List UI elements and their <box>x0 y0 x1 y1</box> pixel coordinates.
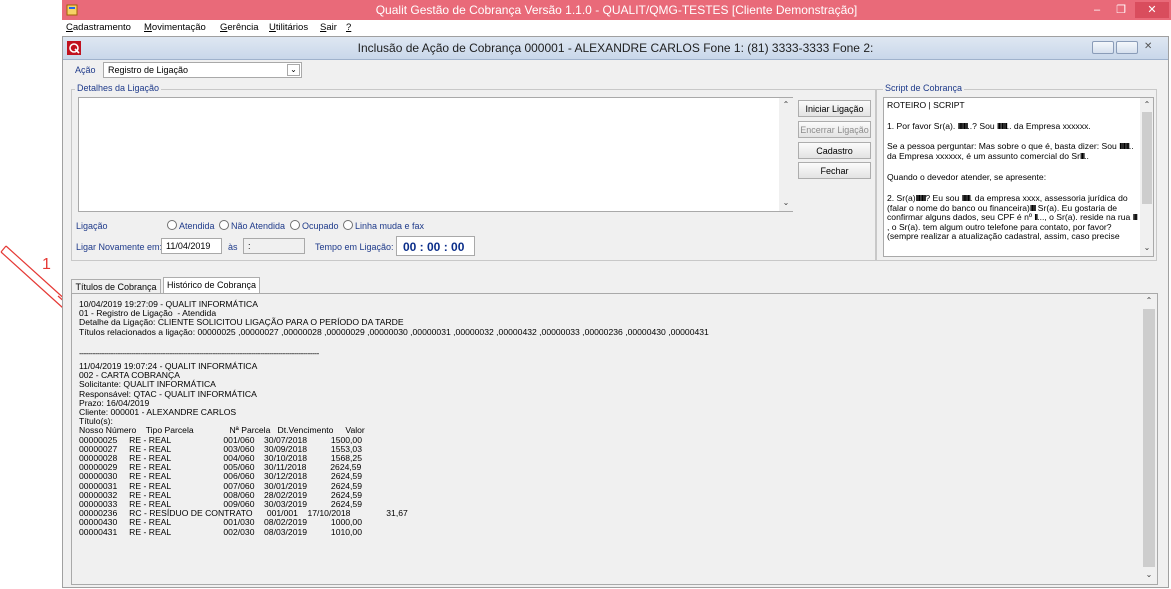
radio-nao-atendida-label: Não Atendida <box>231 221 286 231</box>
as-label: às <box>228 242 238 252</box>
radio-atendida[interactable]: Atendida <box>167 220 215 231</box>
acao-select[interactable]: Registro de Ligação ⌄ <box>103 62 302 78</box>
history-line: Cliente: 000001 - ALEXANDRE CARLOS <box>79 407 237 418</box>
close-icon[interactable]: ✕ <box>1135 2 1169 18</box>
ligar-date-input[interactable]: 11/04/2019 <box>161 238 222 254</box>
iniciar-ligacao-button[interactable]: Iniciar Ligação <box>798 100 871 117</box>
script-scroll-thumb[interactable] <box>1142 112 1152 204</box>
ligacao-label: Ligação <box>76 221 108 231</box>
history-entry-2: 11/04/2019 19:07:24 - QUALIT INFORMÁTICA… <box>79 361 408 537</box>
menu-movimentacao[interactable]: Movimentação <box>144 22 206 33</box>
menu-cadastramento[interactable]: Cadastramento <box>66 22 131 33</box>
tempo-value: 00 : 00 : 00 <box>403 240 465 254</box>
tempo-label: Tempo em Ligação: <box>315 242 394 252</box>
radio-ocupado[interactable]: Ocupado <box>290 220 339 231</box>
script-group-label: Script de Cobrança <box>883 83 965 93</box>
detalhes-textarea[interactable]: ⌃ ⌄ <box>78 97 793 212</box>
fechar-button[interactable]: Fechar <box>798 162 871 179</box>
menu-help[interactable]: ? <box>346 22 351 33</box>
radio-atendida-icon[interactable] <box>167 220 177 230</box>
table-row: 00000431 RE - REAL 002/030 08/03/2019 10… <box>79 526 362 537</box>
radio-nao-atendida[interactable]: Não Atendida <box>219 220 285 231</box>
scroll-up-icon[interactable]: ⌃ <box>779 100 793 109</box>
history-scroll-down-icon[interactable]: ⌄ <box>1142 570 1156 579</box>
form-title-bar: Inclusão de Ação de Cobrança 000001 - AL… <box>63 37 1168 60</box>
history-separator: ----------------------------------------… <box>79 348 319 358</box>
script-heading: ROTEIRO | SCRIPT <box>887 100 965 110</box>
radio-linha-muda-icon[interactable] <box>343 220 353 230</box>
ligar-time-input[interactable]: : <box>243 238 305 254</box>
history-scroll-up-icon[interactable]: ⌃ <box>1142 296 1156 305</box>
restore-icon[interactable]: ❐ <box>1111 2 1131 18</box>
history-scroll-thumb[interactable] <box>1143 309 1155 567</box>
script-paragraph-1: 1. Por favor Sr(a). IIIIIII..? Sou IIIII… <box>887 121 1091 131</box>
form-restore-icon[interactable] <box>1116 41 1138 54</box>
radio-ocupado-label: Ocupado <box>302 221 339 231</box>
ligar-time-value: : <box>248 241 251 251</box>
radio-linha-muda[interactable]: Linha muda e fax <box>343 220 424 231</box>
ligar-novamente-label: Ligar Novamente em: <box>76 242 163 252</box>
history-line: Títulos relacionados a ligação: 00000025… <box>79 326 709 337</box>
ligar-date-value: 11/04/2019 <box>166 241 211 251</box>
menu-gerencia[interactable]: Gerência <box>220 22 259 33</box>
radio-linha-muda-label: Linha muda e fax <box>355 221 425 231</box>
menu-sair[interactable]: Sair <box>320 22 337 33</box>
minimize-icon[interactable]: – <box>1087 2 1107 18</box>
history-entry-1: 10/04/2019 19:27:09 - QUALIT INFORMÁTICA… <box>79 299 709 337</box>
script-scrollbar[interactable]: ⌃ ⌄ <box>1140 98 1153 256</box>
script-paragraph-3: Quando o devedor atender, se apresente: <box>887 172 1047 182</box>
tab-historico-cobranca[interactable]: Histórico de Cobrança <box>163 277 260 294</box>
chevron-down-icon[interactable]: ⌄ <box>287 64 300 76</box>
app-title-bar: Qualit Gestão de Cobrança Versão 1.1.0 -… <box>62 0 1171 20</box>
form-title: Inclusão de Ação de Cobrança 000001 - AL… <box>357 41 874 55</box>
radio-atendida-label: Atendida <box>179 221 215 231</box>
encerrar-ligacao-button[interactable]: Encerrar Ligação <box>798 121 871 138</box>
script-paragraph-2: Se a pessoa perguntar: Mas sobre o que é… <box>887 141 1134 161</box>
radio-ocupado-icon[interactable] <box>290 220 300 230</box>
form-close-icon[interactable]: ✕ <box>1144 41 1152 52</box>
form-minimize-icon[interactable] <box>1092 41 1114 54</box>
historico-panel[interactable]: 10/04/2019 19:27:09 - QUALIT INFORMÁTICA… <box>71 293 1158 585</box>
detalhes-scrollbar[interactable]: ⌃ ⌄ <box>779 98 793 211</box>
menu-bar: Cadastramento Movimentação Gerência Util… <box>62 20 1171 36</box>
script-text: ROTEIRO | SCRIPT 1. Por favor Sr(a). III… <box>883 97 1154 257</box>
cadastro-button[interactable]: Cadastro <box>798 142 871 159</box>
acao-label: Ação <box>75 65 96 75</box>
script-scroll-up-icon[interactable]: ⌃ <box>1140 100 1153 109</box>
script-paragraph-4: 2. Sr(a)IIIIIII? Eu sou IIIIII. da empre… <box>887 193 1138 242</box>
scroll-down-icon[interactable]: ⌄ <box>779 198 793 207</box>
detalhes-group-label: Detalhes da Ligação <box>75 83 162 93</box>
menu-utilitarios[interactable]: Utilitários <box>269 22 308 33</box>
app-title: Qualit Gestão de Cobrança Versão 1.1.0 -… <box>375 3 858 17</box>
tab-titulos-cobranca[interactable]: Títulos de Cobrança <box>71 279 161 294</box>
acao-select-value: Registro de Ligação <box>108 65 189 75</box>
history-scrollbar[interactable]: ⌃ ⌄ <box>1141 294 1157 584</box>
script-scroll-down-icon[interactable]: ⌄ <box>1140 243 1153 252</box>
radio-nao-atendida-icon[interactable] <box>219 220 229 230</box>
tempo-display: 00 : 00 : 00 <box>396 236 475 256</box>
inclusao-acao-window: Inclusão de Ação de Cobrança 000001 - AL… <box>62 36 1169 588</box>
